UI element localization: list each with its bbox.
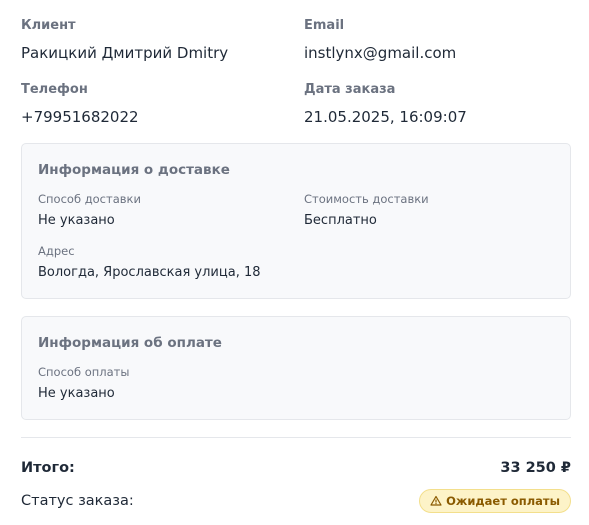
order-date-value: 21.05.2025, 16:09:07 [304,108,467,126]
delivery-method-field: Способ доставки Не указано [38,191,304,230]
email-value: instlynx@gmail.com [304,44,457,62]
status-badge: Ожидает оплаты [419,489,571,513]
delivery-card: Информация о доставке Способ доставки Не… [21,143,571,299]
warning-triangle-icon [430,495,442,507]
summary-divider [21,437,571,438]
phone-field: Телефон +79951682022 [21,81,304,127]
client-label: Клиент [21,18,76,33]
address-field: Адрес Вологда, Ярославская улица, 18 [38,243,554,282]
status-row: Статус заказа: Ожидает оплаты [21,489,571,513]
phone-label: Телефон [21,82,88,97]
email-field: Email instlynx@gmail.com [304,17,571,63]
delivery-cost-value: Бесплатно [304,213,377,228]
total-value: 33 250 ₽ [500,460,571,476]
total-row: Итого: 33 250 ₽ [21,458,571,478]
customer-info: Клиент Ракицкий Дмитрий Dmitry Email ins… [21,0,571,127]
order-date-label: Дата заказа [304,82,396,97]
payment-card: Информация об оплате Способ оплаты Не ук… [21,316,571,420]
delivery-title: Информация о доставке [38,162,230,178]
payment-title: Информация об оплате [38,335,222,351]
delivery-method-label: Способ доставки [38,192,141,206]
payment-method-value: Не указано [38,386,115,401]
address-value: Вологда, Ярославская улица, 18 [38,265,261,280]
payment-method-label: Способ оплаты [38,365,130,379]
client-value: Ракицкий Дмитрий Dmitry [21,44,229,62]
client-field: Клиент Ракицкий Дмитрий Dmitry [21,17,304,63]
delivery-cost-field: Стоимость доставки Бесплатно [304,191,554,230]
status-label: Статус заказа: [21,493,134,509]
phone-value: +79951682022 [21,108,139,126]
delivery-method-value: Не указано [38,213,115,228]
payment-method-field: Способ оплаты Не указано [38,364,554,403]
status-badge-text: Ожидает оплаты [446,494,560,508]
delivery-cost-label: Стоимость доставки [304,192,429,206]
order-date-field: Дата заказа 21.05.2025, 16:09:07 [304,81,571,127]
total-label: Итого: [21,460,75,476]
order-details: Клиент Ракицкий Дмитрий Dmitry Email ins… [0,0,589,525]
address-label: Адрес [38,244,75,258]
email-label: Email [304,18,345,33]
